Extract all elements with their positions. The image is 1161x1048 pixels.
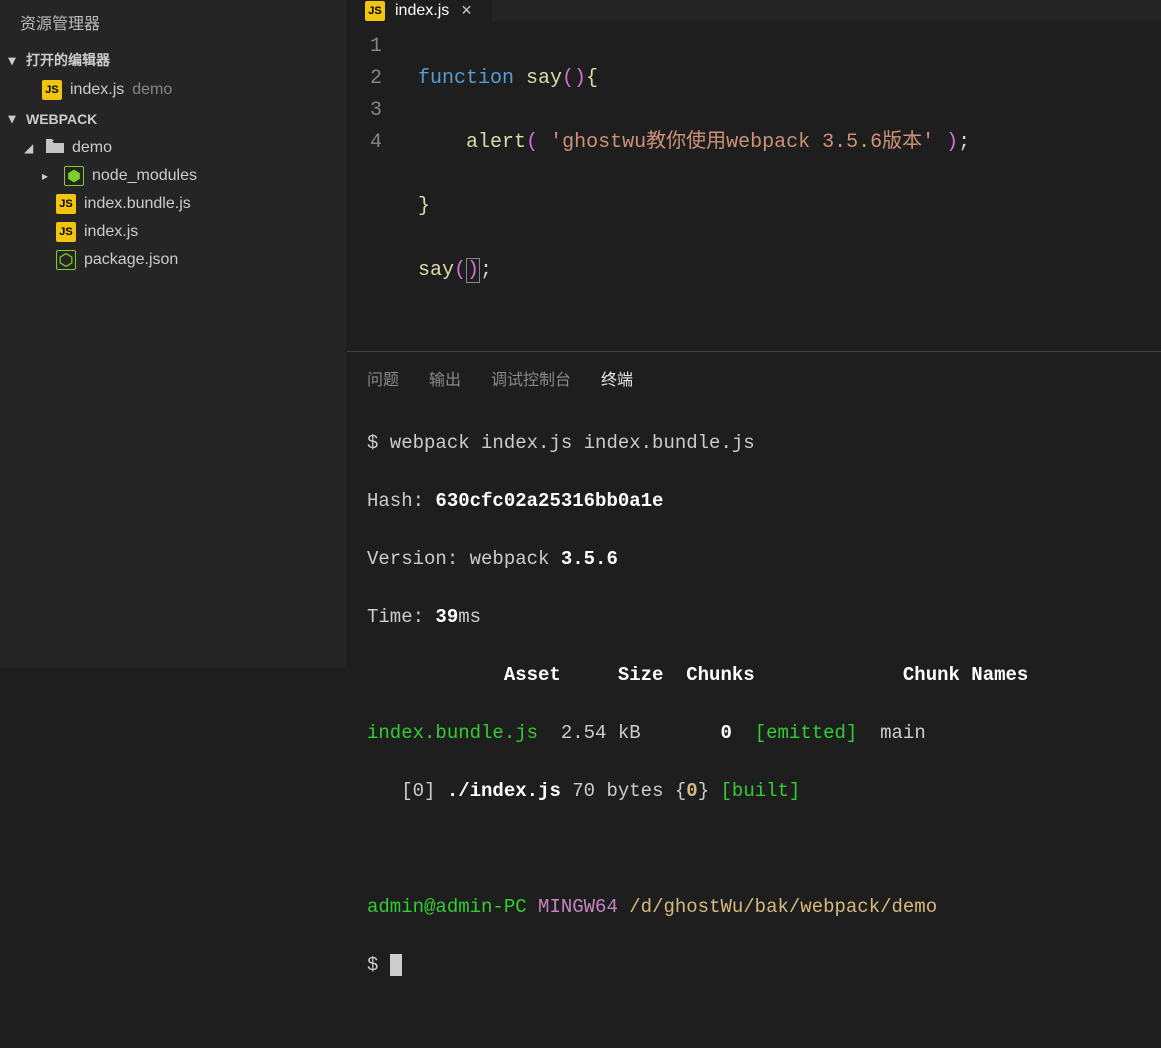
token-string: 'ghostwu教你使用webpack 3.5.6版本' bbox=[550, 131, 934, 154]
tab-terminal[interactable]: 终端 bbox=[601, 366, 633, 390]
terminal-line: $ webpack index.js index.bundle.js bbox=[367, 429, 1141, 458]
token-function: say bbox=[418, 259, 454, 282]
terminal-prompt: admin@admin-PC MINGW64 /d/ghostWu/bak/we… bbox=[367, 893, 1141, 922]
token-semi: ; bbox=[480, 259, 492, 282]
folder-label: demo bbox=[72, 139, 112, 157]
terminal[interactable]: $ webpack index.js index.bundle.js Hash:… bbox=[347, 400, 1161, 1048]
close-icon[interactable]: × bbox=[459, 0, 474, 21]
token-function: say bbox=[514, 67, 562, 90]
terminal-prompt-line[interactable]: $ bbox=[367, 951, 1141, 980]
open-editor-filename: index.js bbox=[70, 81, 124, 99]
nodejs-file-icon bbox=[56, 250, 76, 270]
token-keyword: function bbox=[418, 67, 514, 90]
explorer-title: 资源管理器 bbox=[0, 0, 346, 44]
line-number: 4 bbox=[347, 127, 382, 159]
token-paren: ) bbox=[466, 258, 480, 283]
code-editor[interactable]: 1 2 3 4 function say(){ alert( 'ghostwu教… bbox=[347, 21, 1161, 351]
token-paren: () bbox=[562, 67, 586, 90]
terminal-line: Time: 39ms bbox=[367, 603, 1141, 632]
terminal-line: index.bundle.js 2.54 kB 0 [emitted] main bbox=[367, 719, 1141, 748]
panel-tabs: 问题 输出 调试控制台 终端 bbox=[347, 352, 1161, 400]
token-indent bbox=[418, 131, 466, 154]
open-editor-item[interactable]: JS index.js demo bbox=[0, 76, 346, 104]
nodejs-folder-icon bbox=[64, 166, 84, 186]
terminal-line: Hash: 630cfc02a25316bb0a1e bbox=[367, 487, 1141, 516]
workspace-header[interactable]: ▾ WEBPACK bbox=[0, 104, 346, 133]
file-package-json[interactable]: package.json bbox=[0, 246, 346, 274]
line-number: 1 bbox=[347, 31, 382, 63]
tab-problems[interactable]: 问题 bbox=[367, 366, 399, 390]
terminal-line: Version: webpack 3.5.6 bbox=[367, 545, 1141, 574]
open-editors-label: 打开的编辑器 bbox=[26, 50, 110, 70]
file-label: index.js bbox=[84, 223, 138, 241]
terminal-blank bbox=[367, 835, 1141, 864]
line-number: 3 bbox=[347, 95, 382, 127]
folder-node-modules[interactable]: ▸ node_modules bbox=[0, 162, 346, 190]
line-gutter: 1 2 3 4 bbox=[347, 31, 402, 351]
open-editor-dir: demo bbox=[132, 81, 172, 99]
terminal-line: [0] ./index.js 70 bytes {0} [built] bbox=[367, 777, 1141, 806]
terminal-line: Asset Size Chunks Chunk Names bbox=[367, 661, 1141, 690]
line-number: 2 bbox=[347, 63, 382, 95]
chevron-down-icon: ▾ bbox=[4, 110, 20, 127]
chevron-down-icon: ▾ bbox=[4, 52, 20, 69]
file-index-bundle[interactable]: JS index.bundle.js bbox=[0, 190, 346, 218]
main-area: JS index.js × 1 2 3 4 function say(){ al… bbox=[347, 0, 1161, 668]
tab-debug-console[interactable]: 调试控制台 bbox=[491, 366, 571, 390]
token-paren: ( bbox=[526, 131, 538, 154]
folder-label: node_modules bbox=[92, 167, 197, 185]
tab-bar: JS index.js × bbox=[347, 0, 1161, 21]
token-brace: } bbox=[418, 195, 430, 218]
chevron-right-icon: ▸ bbox=[42, 169, 56, 183]
tab-label: index.js bbox=[395, 2, 449, 20]
token-semi: ; bbox=[958, 131, 970, 154]
open-editors-header[interactable]: ▾ 打开的编辑器 bbox=[0, 44, 346, 76]
token-paren: ( bbox=[454, 259, 466, 282]
sidebar: 资源管理器 ▾ 打开的编辑器 JS index.js demo ▾ WEBPAC… bbox=[0, 0, 347, 668]
js-file-icon: JS bbox=[42, 80, 62, 100]
workspace-label: WEBPACK bbox=[26, 111, 97, 127]
token-paren: ) bbox=[946, 131, 958, 154]
terminal-cursor bbox=[390, 954, 402, 976]
js-file-icon: JS bbox=[365, 1, 385, 21]
js-file-icon: JS bbox=[56, 194, 76, 214]
token-brace: { bbox=[586, 67, 598, 90]
file-label: index.bundle.js bbox=[84, 195, 191, 213]
tab-index-js[interactable]: JS index.js × bbox=[347, 0, 492, 21]
file-label: package.json bbox=[84, 251, 178, 269]
bottom-panel: 问题 输出 调试控制台 终端 $ webpack index.js index.… bbox=[347, 351, 1161, 731]
tab-output[interactable]: 输出 bbox=[429, 366, 461, 390]
js-file-icon: JS bbox=[56, 222, 76, 242]
folder-demo[interactable]: ◢ demo bbox=[0, 133, 346, 162]
code-content[interactable]: function say(){ alert( 'ghostwu教你使用webpa… bbox=[402, 31, 1161, 351]
folder-icon bbox=[46, 137, 64, 158]
file-index-js[interactable]: JS index.js bbox=[0, 218, 346, 246]
token-function: alert bbox=[466, 131, 526, 154]
chevron-down-icon: ◢ bbox=[24, 141, 38, 155]
